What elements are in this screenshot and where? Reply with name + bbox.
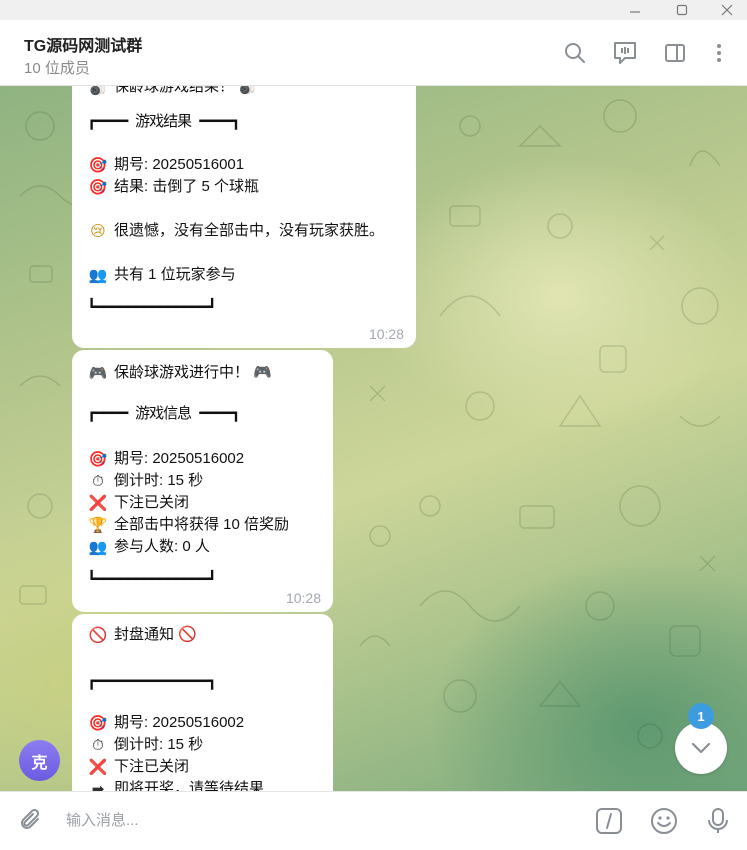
message-text: 很遗憾，没有全部击中，没有玩家获胜。 [114, 222, 385, 239]
search-icon [565, 43, 585, 63]
message-line: 👥 共有 1 位玩家参与 [87, 264, 236, 286]
target-icon: 🎯 [88, 714, 108, 732]
close-icon [721, 4, 733, 16]
message-line: 🎮 保龄球游戏进行中！ 🎮 [87, 362, 272, 384]
players-icon: 👥 [88, 266, 108, 284]
message-input[interactable] [66, 807, 566, 833]
message-bubble[interactable]: 🎳 保龄球游戏结果！ 🎳 ┏━━━━ 游戏结果 ━━━━┓ 🎯 期号: 202505… [72, 86, 416, 348]
message-line: 🎳 保龄球游戏结果！ 🎳 [87, 86, 257, 98]
message-text: 结果: 击倒了 5 个球瓶 [114, 178, 260, 195]
message-line: ❌ 下注已关闭 [87, 756, 189, 778]
message-line: ❌ 下注已关闭 [87, 492, 189, 514]
live-stream-button[interactable] [610, 38, 640, 68]
more-menu-button[interactable] [704, 38, 734, 68]
message-text: 期号: 20250516001 [114, 156, 245, 173]
message-text: 共有 1 位玩家参与 [114, 266, 236, 283]
right-arrow-icon: ➡ [91, 780, 105, 791]
message-line: 😢 很遗憾，没有全部击中，没有玩家获胜。 [87, 220, 384, 242]
message-line: 🎯 期号: 20250516001 [87, 154, 244, 176]
box-border-top: ┏━━━━━━━━━━━━━━┓ [87, 672, 216, 690]
message-line: 🎯 期号: 20250516002 [87, 448, 244, 470]
message-line: ⏱ 倒计时: 15 秒 [87, 734, 203, 756]
bowling-icon: 🎳 [88, 86, 108, 96]
prohibited-icon: 🚫 [88, 626, 108, 644]
search-button[interactable] [560, 38, 590, 68]
sad-face-icon: 😢 [90, 222, 106, 240]
message-text: 下注已关闭 [114, 758, 190, 775]
message-time: 10:28 [285, 590, 321, 606]
chat-title[interactable]: TG源码网测试群 [24, 32, 142, 56]
box-border-top: ┏━━━━ 游戏信息 ━━━━┓ [87, 404, 240, 422]
slash-command-icon [596, 808, 622, 834]
message-line: 🎯 期号: 20250516002 [87, 712, 244, 734]
chevron-down-icon [691, 742, 711, 754]
message-text: 封盘通知 🚫 [114, 626, 197, 643]
attach-button[interactable] [15, 805, 47, 837]
member-count: 10 位成员 [24, 60, 90, 77]
trophy-icon: 🏆 [88, 516, 108, 534]
message-line: ➡ 即将开奖，请等待结果 [87, 778, 264, 791]
message-text: 下注已关闭 [114, 494, 190, 511]
box-border-bottom: ┗━━━━━━━━━━━━━━┛ [87, 298, 216, 316]
message-line: 👥 参与人数: 0 人 [87, 536, 210, 558]
scroll-to-bottom-button[interactable] [675, 722, 727, 774]
emoji-button[interactable] [648, 805, 680, 837]
chat-message-list[interactable]: 🎳 保龄球游戏结果！ 🎳 ┏━━━━ 游戏结果 ━━━━┓ 🎯 期号: 202505… [0, 86, 747, 791]
message-text: 期号: 20250516002 [114, 450, 245, 467]
cross-mark-icon: ❌ [88, 758, 108, 776]
live-stream-icon [614, 42, 636, 64]
minimize-icon [630, 11, 640, 13]
message-line: 🏆 全部击中将获得 10 倍奖励 [87, 514, 289, 536]
stopwatch-icon: ⏱ [92, 736, 104, 754]
emoji-icon [651, 808, 677, 834]
chat-header[interactable]: TG源码网测试群 10 位成员 [0, 20, 747, 86]
message-text: 保龄球游戏结果！ 🎳 [114, 86, 257, 95]
message-text: 全部击中将获得 10 倍奖励 [114, 516, 290, 533]
message-line: 🎯 结果: 击倒了 5 个球瓶 [87, 176, 259, 198]
message-line: ⏱ 倒计时: 15 秒 [87, 470, 203, 492]
more-menu-icon [717, 44, 721, 62]
attach-icon [21, 808, 40, 829]
close-window-button[interactable] [707, 0, 747, 20]
sidebar-toggle-button[interactable] [660, 38, 690, 68]
sender-avatar[interactable]: 克 [19, 740, 60, 781]
message-text: 期号: 20250516002 [114, 714, 245, 731]
maximize-icon [676, 4, 688, 16]
cross-mark-icon: ❌ [88, 494, 108, 512]
voice-record-button[interactable] [702, 805, 734, 837]
message-line: 🚫 封盘通知 🚫 [87, 624, 197, 646]
message-text: 倒计时: 15 秒 [114, 736, 204, 753]
unread-count-badge: 1 [688, 703, 714, 729]
window-titlebar [0, 0, 747, 20]
minimize-button[interactable] [615, 0, 655, 20]
message-text: 保龄球游戏进行中！ 🎮 [114, 364, 272, 381]
sidebar-toggle-icon [665, 44, 685, 62]
stopwatch-icon: ⏱ [92, 472, 104, 490]
box-border-top: ┏━━━━ 游戏结果 ━━━━┓ [87, 112, 240, 130]
message-composer [0, 791, 747, 850]
target-icon: 🎯 [88, 450, 108, 468]
target-icon: 🎯 [88, 178, 108, 196]
box-border-bottom: ┗━━━━━━━━━━━━━━┛ [87, 570, 216, 588]
message-text: 倒计时: 15 秒 [114, 472, 204, 489]
message-time: 10:28 [368, 326, 404, 342]
target-icon: 🎯 [88, 156, 108, 174]
gamepad-icon: 🎮 [88, 364, 108, 382]
message-text: 即将开奖，请等待结果 [114, 780, 265, 791]
slash-commands-button[interactable] [593, 805, 625, 837]
maximize-button[interactable] [662, 0, 702, 20]
players-icon: 👥 [88, 538, 108, 556]
message-bubble[interactable]: 🎮 保龄球游戏进行中！ 🎮 ┏━━━━ 游戏信息 ━━━━┓ 🎯 期号: 20250… [72, 350, 333, 612]
message-bubble[interactable]: 🚫 封盘通知 🚫 ┏━━━━━━━━━━━━━━┓ 🎯 期号: 2025051600… [72, 614, 333, 791]
message-text: 参与人数: 0 人 [114, 538, 210, 555]
microphone-icon [708, 808, 728, 833]
